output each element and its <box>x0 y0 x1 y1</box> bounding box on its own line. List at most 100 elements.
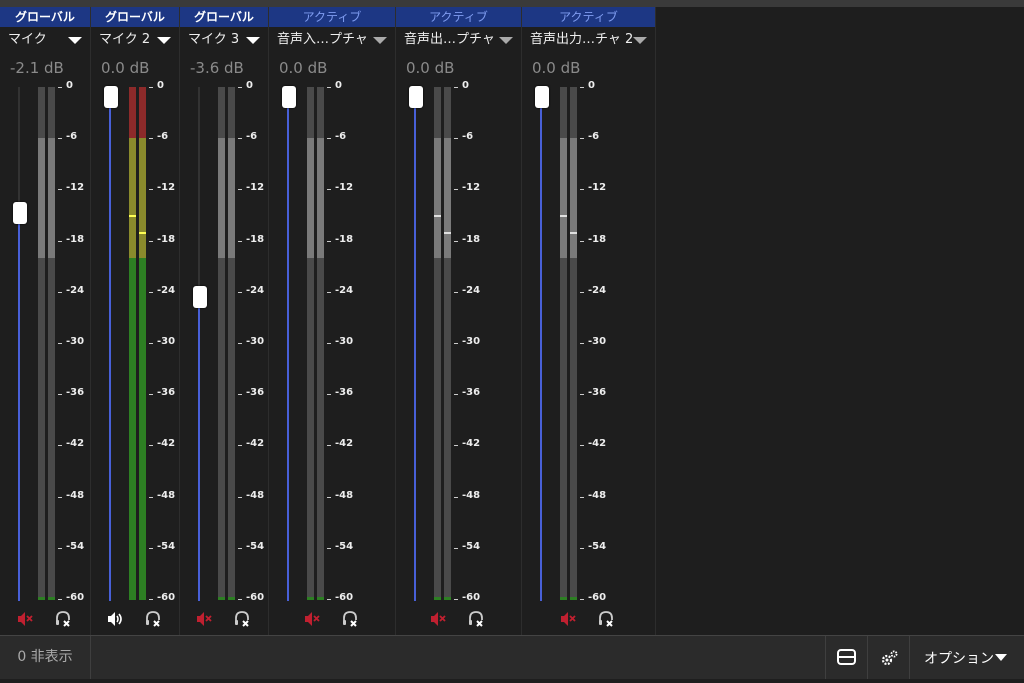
scale-label: -24 <box>588 284 607 296</box>
scale-label: -18 <box>246 233 265 245</box>
scale-label: -24 <box>335 284 354 296</box>
chevron-down-icon <box>68 37 82 44</box>
gear-icon <box>881 650 898 666</box>
scale-label: -54 <box>157 540 176 552</box>
scale-label: 0 <box>66 80 73 91</box>
mute-button[interactable] <box>16 609 34 629</box>
volume-fader-fill <box>198 296 200 601</box>
scale-label: -12 <box>66 182 85 194</box>
options-label: オプション <box>924 651 994 667</box>
scale-label: -24 <box>246 284 265 296</box>
volume-fader-track[interactable] <box>540 87 542 601</box>
mute-button[interactable] <box>559 609 577 629</box>
volume-fader-handle[interactable] <box>409 86 423 108</box>
layout-toggle-button[interactable] <box>825 636 868 679</box>
chevron-down-icon <box>246 37 260 44</box>
source-name: マイク 2 <box>99 32 151 47</box>
source-select[interactable]: マイク 3 <box>180 29 268 51</box>
level-meter <box>317 87 324 599</box>
scale-label: -48 <box>588 489 607 501</box>
scale-label: -36 <box>335 387 354 399</box>
scale-label: -6 <box>462 131 474 143</box>
chevron-down-icon <box>995 654 1007 661</box>
peak-indicator <box>570 232 577 235</box>
volume-fader-handle[interactable] <box>282 86 296 108</box>
meter-base <box>570 597 577 600</box>
monitor-button[interactable] <box>597 609 615 629</box>
monitor-button[interactable] <box>54 609 72 629</box>
mute-button[interactable] <box>429 609 447 629</box>
scale-label: -54 <box>66 540 85 552</box>
settings-button[interactable] <box>867 636 910 679</box>
channel-scope-label: グローバル <box>91 7 179 27</box>
volume-fader-fill <box>287 97 289 601</box>
volume-fader-handle[interactable] <box>193 285 207 308</box>
level-meter <box>307 87 314 599</box>
level-meter <box>129 87 136 599</box>
muted-speaker-icon <box>304 612 320 626</box>
mute-button[interactable] <box>195 609 213 629</box>
source-select[interactable]: 音声入…プチャ <box>269 29 395 51</box>
volume-db-readout: -3.6 dB <box>190 59 244 77</box>
scale-label: -6 <box>588 131 600 143</box>
mixer-toolbar: 0 非表示 オプション <box>0 635 1024 679</box>
monitor-button[interactable] <box>341 609 359 629</box>
volume-fader-track[interactable] <box>414 87 416 601</box>
scale-label: -12 <box>588 182 607 194</box>
scale-label: -36 <box>246 387 265 399</box>
hidden-sources-count[interactable]: 0 非表示 <box>0 636 91 679</box>
peak-indicator <box>129 215 136 217</box>
mute-button[interactable] <box>303 609 321 629</box>
level-meter <box>48 87 55 599</box>
scale-label: -6 <box>66 131 78 143</box>
volume-fader-fill <box>109 97 111 601</box>
headphones-off-icon <box>55 611 70 627</box>
muted-speaker-icon <box>196 612 212 626</box>
monitor-button[interactable] <box>144 609 162 629</box>
level-meter <box>444 87 451 599</box>
scale-label: -48 <box>66 489 85 501</box>
meter-base <box>307 597 314 600</box>
volume-fader-track[interactable] <box>198 87 200 601</box>
options-dropdown[interactable]: オプション <box>909 636 1024 679</box>
channel-scope-label: アクティブ <box>269 7 395 27</box>
muted-speaker-icon <box>431 612 446 626</box>
volume-db-readout: -2.1 dB <box>10 59 64 77</box>
scale-label: -6 <box>335 131 347 143</box>
volume-fader-track[interactable] <box>109 87 111 601</box>
volume-fader-handle[interactable] <box>535 86 549 108</box>
volume-fader-handle[interactable] <box>104 86 118 108</box>
scale-label: -60 <box>462 592 481 603</box>
monitor-button[interactable] <box>467 609 485 629</box>
volume-fader-handle[interactable] <box>13 202 27 225</box>
scale-label: -60 <box>335 592 354 603</box>
volume-fader-track[interactable] <box>287 87 289 601</box>
level-meter <box>570 87 577 599</box>
source-select[interactable]: マイク <box>0 29 90 51</box>
headphones-off-icon <box>234 611 249 627</box>
meter-base <box>434 597 441 600</box>
level-meter <box>228 87 235 599</box>
scale-label: -60 <box>588 592 607 603</box>
source-select[interactable]: 音声出…プチャ <box>396 29 521 51</box>
mute-button[interactable] <box>106 609 124 629</box>
chevron-down-icon <box>633 37 647 44</box>
scale-label: -6 <box>246 131 258 143</box>
scale-label: -30 <box>66 336 85 347</box>
meter-base <box>129 597 136 600</box>
volume-fader-track[interactable] <box>18 87 20 601</box>
chevron-down-icon <box>373 37 387 44</box>
scale-label: -18 <box>335 233 354 245</box>
scale-label: -42 <box>588 438 607 450</box>
monitor-button[interactable] <box>233 609 251 629</box>
scale-label: -48 <box>157 489 176 501</box>
scale-label: -30 <box>157 336 176 347</box>
scale-label: -6 <box>157 131 169 143</box>
source-select[interactable]: マイク 2 <box>91 29 179 51</box>
scale-label: -18 <box>66 233 85 245</box>
level-meter <box>434 87 441 599</box>
meter-base <box>48 597 55 600</box>
volume-db-readout: 0.0 dB <box>532 59 581 77</box>
source-select[interactable]: 音声出力…チャ 2 <box>522 29 655 51</box>
meter-base <box>218 597 225 600</box>
